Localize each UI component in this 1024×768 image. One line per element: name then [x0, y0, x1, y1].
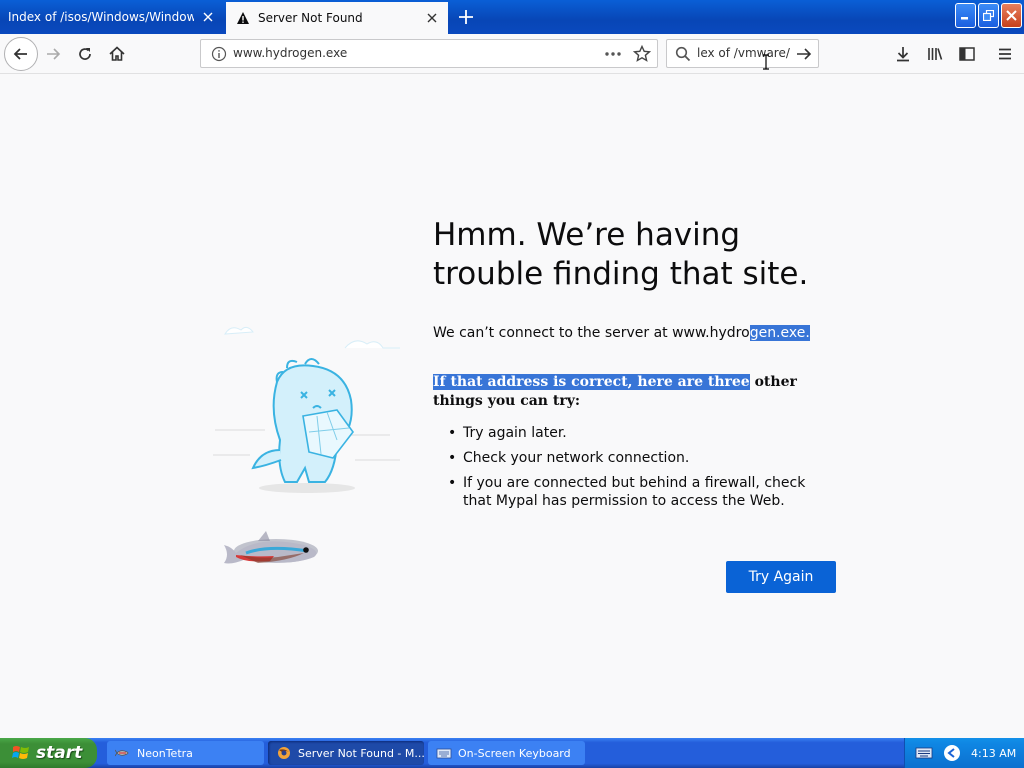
tip-item: Check your network connection. [448, 449, 838, 467]
new-tab-icon[interactable] [456, 7, 476, 27]
downloads-button[interactable] [888, 39, 918, 69]
sidebar-icon [959, 47, 975, 61]
lost-dino-illustration [213, 326, 400, 493]
tab-label: Server Not Found [258, 11, 363, 25]
sidebar-toggle-button[interactable] [952, 39, 982, 69]
search-icon [675, 46, 691, 62]
error-description: We can’t connect to the server at www.hy… [433, 325, 810, 341]
tab-close-icon[interactable] [202, 11, 214, 23]
back-button[interactable] [4, 37, 38, 71]
minimize-icon [961, 17, 968, 20]
search-input[interactable]: lex of /vmware/ [697, 46, 793, 60]
navigation-toolbar: www.hydrogen.exe lex of /vmware/ [0, 34, 1024, 74]
tips-list: Try again later. Check your network conn… [448, 424, 838, 517]
download-icon [897, 47, 909, 62]
tip-item: If you are connected but behind a firewa… [448, 474, 838, 510]
try-again-button[interactable]: Try Again [726, 561, 836, 593]
taskbar-item-neontetra[interactable]: NeonTetra [107, 741, 264, 765]
library-icon [928, 48, 943, 60]
search-go-arrow-icon[interactable] [795, 45, 813, 63]
keyboard-tray-icon[interactable] [915, 746, 933, 760]
error-page: Hmm. We’re having trouble finding that s… [0, 75, 1024, 738]
browser-icon [278, 747, 290, 759]
taskbar: start NeonTetra Server Not Found - M... … [0, 738, 1024, 768]
neon-tetra-fish-icon [224, 531, 318, 564]
error-description-selected-text: gen.exe. [749, 325, 810, 341]
bookmark-star-icon[interactable] [633, 45, 651, 63]
tip-item: Try again later. [448, 424, 838, 442]
tab-server-not-found[interactable]: Server Not Found [226, 2, 448, 34]
windows-logo-icon [12, 746, 29, 759]
restore-icon [983, 10, 994, 21]
home-button[interactable] [102, 39, 132, 69]
reload-icon [79, 48, 91, 60]
open-menu-button[interactable] [990, 39, 1020, 69]
network-tray-icon[interactable] [943, 744, 961, 762]
minimize-button[interactable] [955, 3, 976, 28]
home-icon [109, 46, 125, 61]
hamburger-menu-icon [999, 48, 1011, 60]
forward-arrow-icon [47, 48, 61, 60]
tips-heading: If that address is correct, here are thr… [433, 373, 843, 411]
page-actions-icon[interactable] [603, 46, 623, 62]
error-description-text: We can’t connect to the server at www.hy… [433, 325, 750, 341]
restore-button[interactable] [978, 3, 999, 28]
tab-close-icon[interactable] [426, 12, 438, 24]
tab-label: Index of /isos/Windows/Windows_Vista [8, 10, 194, 24]
tab-strip: Index of /isos/Windows/Windows_Vista Ser… [0, 0, 1024, 34]
taskbar-item-label: NeonTetra [137, 746, 193, 760]
url-bar[interactable]: www.hydrogen.exe [200, 39, 658, 68]
taskbar-item-server-not-found[interactable]: Server Not Found - M... [268, 741, 424, 765]
tab-index-of-isos[interactable]: Index of /isos/Windows/Windows_Vista [0, 0, 224, 34]
start-button[interactable]: start [0, 738, 97, 768]
keyboard-icon [436, 748, 452, 759]
taskbar-item-on-screen-keyboard[interactable]: On-Screen Keyboard [428, 741, 585, 765]
forward-button[interactable] [38, 39, 68, 69]
warning-icon [237, 12, 249, 24]
tips-heading-selected-text: If that address is correct, here are thr… [433, 374, 750, 390]
start-label: start [36, 743, 83, 763]
taskbar-item-label: On-Screen Keyboard [458, 746, 571, 760]
close-icon [1006, 10, 1017, 21]
clock: 4:13 AM [971, 746, 1017, 760]
error-title: Hmm. We’re having trouble finding that s… [433, 217, 809, 292]
fish-icon [115, 749, 129, 757]
library-button[interactable] [920, 39, 950, 69]
text-cursor-icon [763, 54, 769, 70]
system-tray: 4:13 AM [904, 738, 1024, 768]
info-icon[interactable] [211, 46, 227, 62]
taskbar-item-label: Server Not Found - M... [298, 746, 424, 760]
search-bar[interactable]: lex of /vmware/ [666, 39, 819, 68]
url-text[interactable]: www.hydrogen.exe [233, 46, 347, 60]
reload-button[interactable] [70, 39, 100, 69]
close-window-button[interactable] [1001, 3, 1022, 28]
back-arrow-icon [13, 48, 27, 60]
